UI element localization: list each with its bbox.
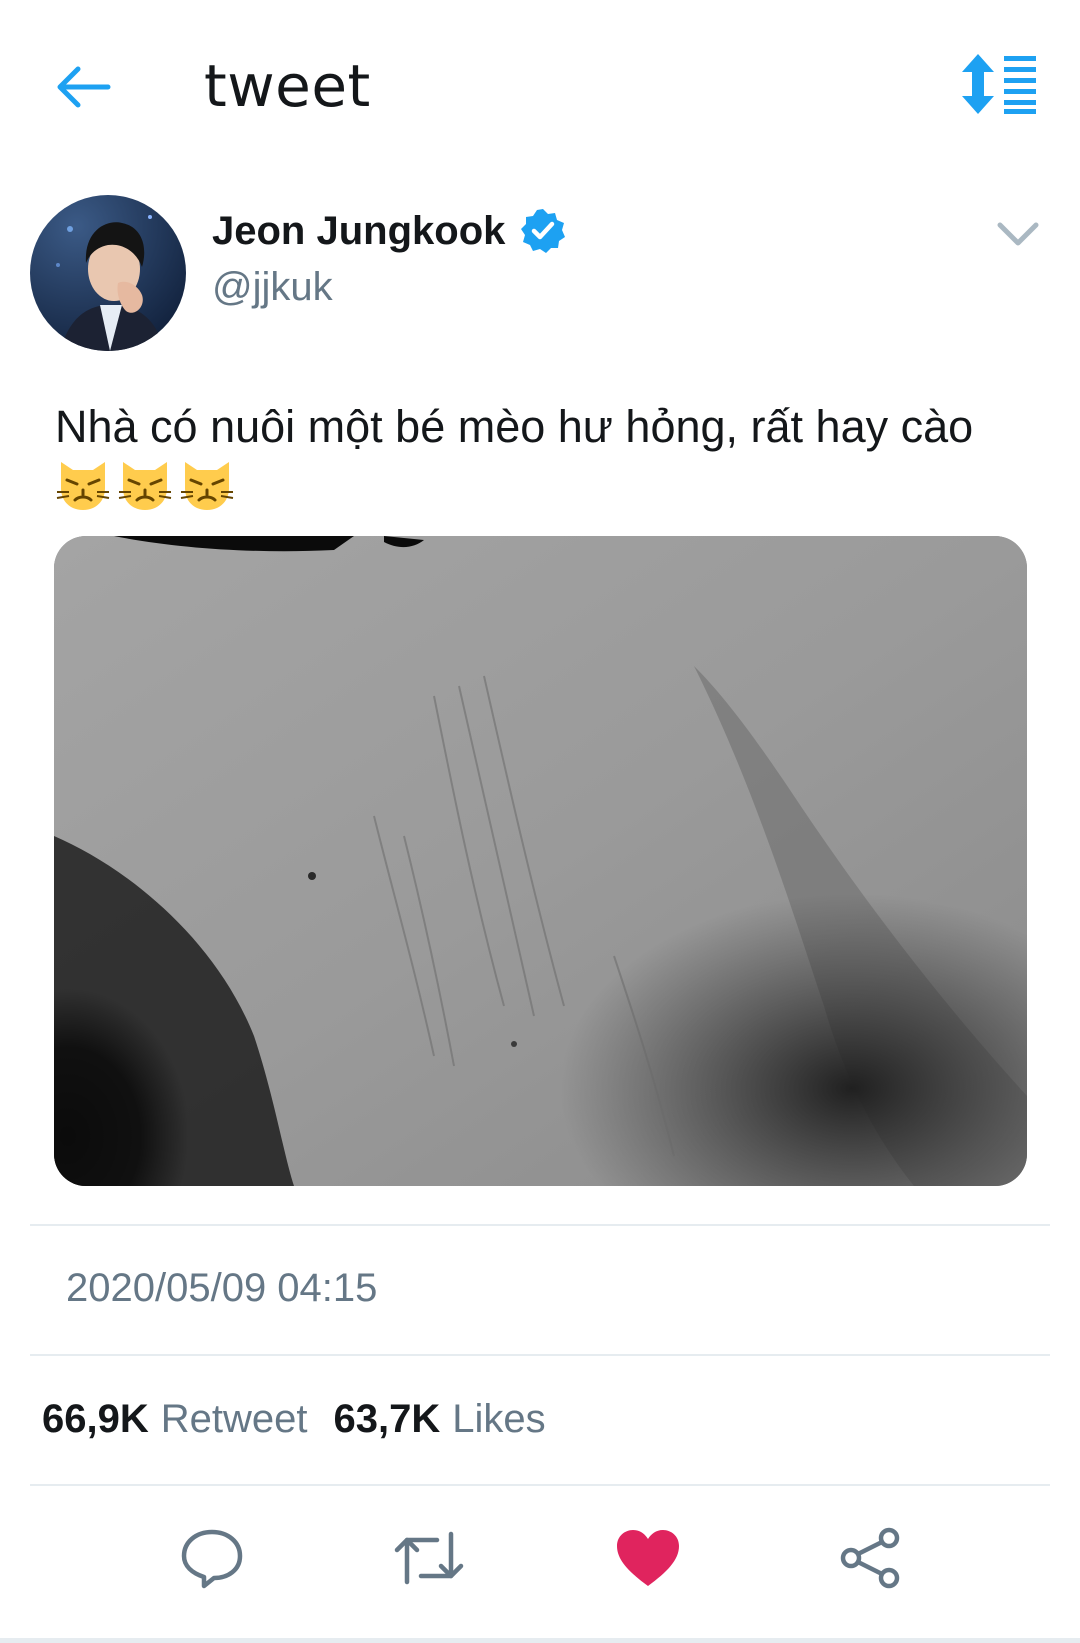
heart-icon (617, 1530, 679, 1586)
tweet-options-button[interactable] (994, 219, 1042, 251)
tweet-stats: 66,9K Retweet 63,7K Likes (42, 1397, 572, 1442)
share-icon (840, 1527, 900, 1589)
top-bar: tweet (0, 0, 1080, 170)
tweet-emoji-row (55, 456, 235, 512)
divider (30, 1224, 1050, 1226)
sort-order-icon (962, 54, 1036, 114)
back-button[interactable] (52, 55, 116, 119)
divider (30, 1354, 1050, 1356)
likes-stat[interactable]: 63,7K Likes (334, 1397, 546, 1442)
author-display-name[interactable]: Jeon Jungkook (212, 209, 505, 254)
retweets-label: Retweet (160, 1397, 308, 1441)
verified-badge-icon (521, 209, 566, 253)
pouting-cat-icon (118, 462, 172, 510)
author-name-row: Jeon Jungkook (212, 207, 567, 255)
retweets-count: 66,9K (42, 1397, 149, 1441)
likes-count: 63,7K (333, 1397, 441, 1441)
pouting-cat-icon (180, 462, 234, 510)
author-handle[interactable]: @jjkuk (212, 265, 333, 310)
bottom-divider (0, 1638, 1080, 1643)
sort-order-button[interactable] (960, 54, 1040, 114)
retweets-stat[interactable]: 66,9K Retweet (42, 1397, 308, 1442)
like-button[interactable] (612, 1522, 684, 1594)
avatar[interactable] (30, 195, 186, 351)
tweet-action-bar (0, 1500, 1080, 1610)
share-button[interactable] (834, 1522, 906, 1594)
retweet-icon (394, 1531, 464, 1585)
chevron-down-icon (997, 222, 1039, 246)
tweet-photo[interactable] (54, 536, 1027, 1186)
tweet-timestamp: 2020/05/09 04:15 (66, 1266, 378, 1310)
reply-button[interactable] (176, 1522, 248, 1594)
pouting-cat-icon (56, 462, 110, 510)
divider (30, 1484, 1050, 1486)
tweet-text: Nhà có nuôi một bé mèo hư hỏng, rất hay … (55, 401, 974, 452)
retweet-button[interactable] (393, 1522, 465, 1594)
page-title: tweet (204, 52, 371, 120)
likes-label: Likes (452, 1397, 546, 1441)
arrow-left-icon (57, 66, 111, 108)
tweet-author: Jeon Jungkook @jjkuk (0, 195, 1080, 365)
reply-icon (181, 1529, 243, 1589)
